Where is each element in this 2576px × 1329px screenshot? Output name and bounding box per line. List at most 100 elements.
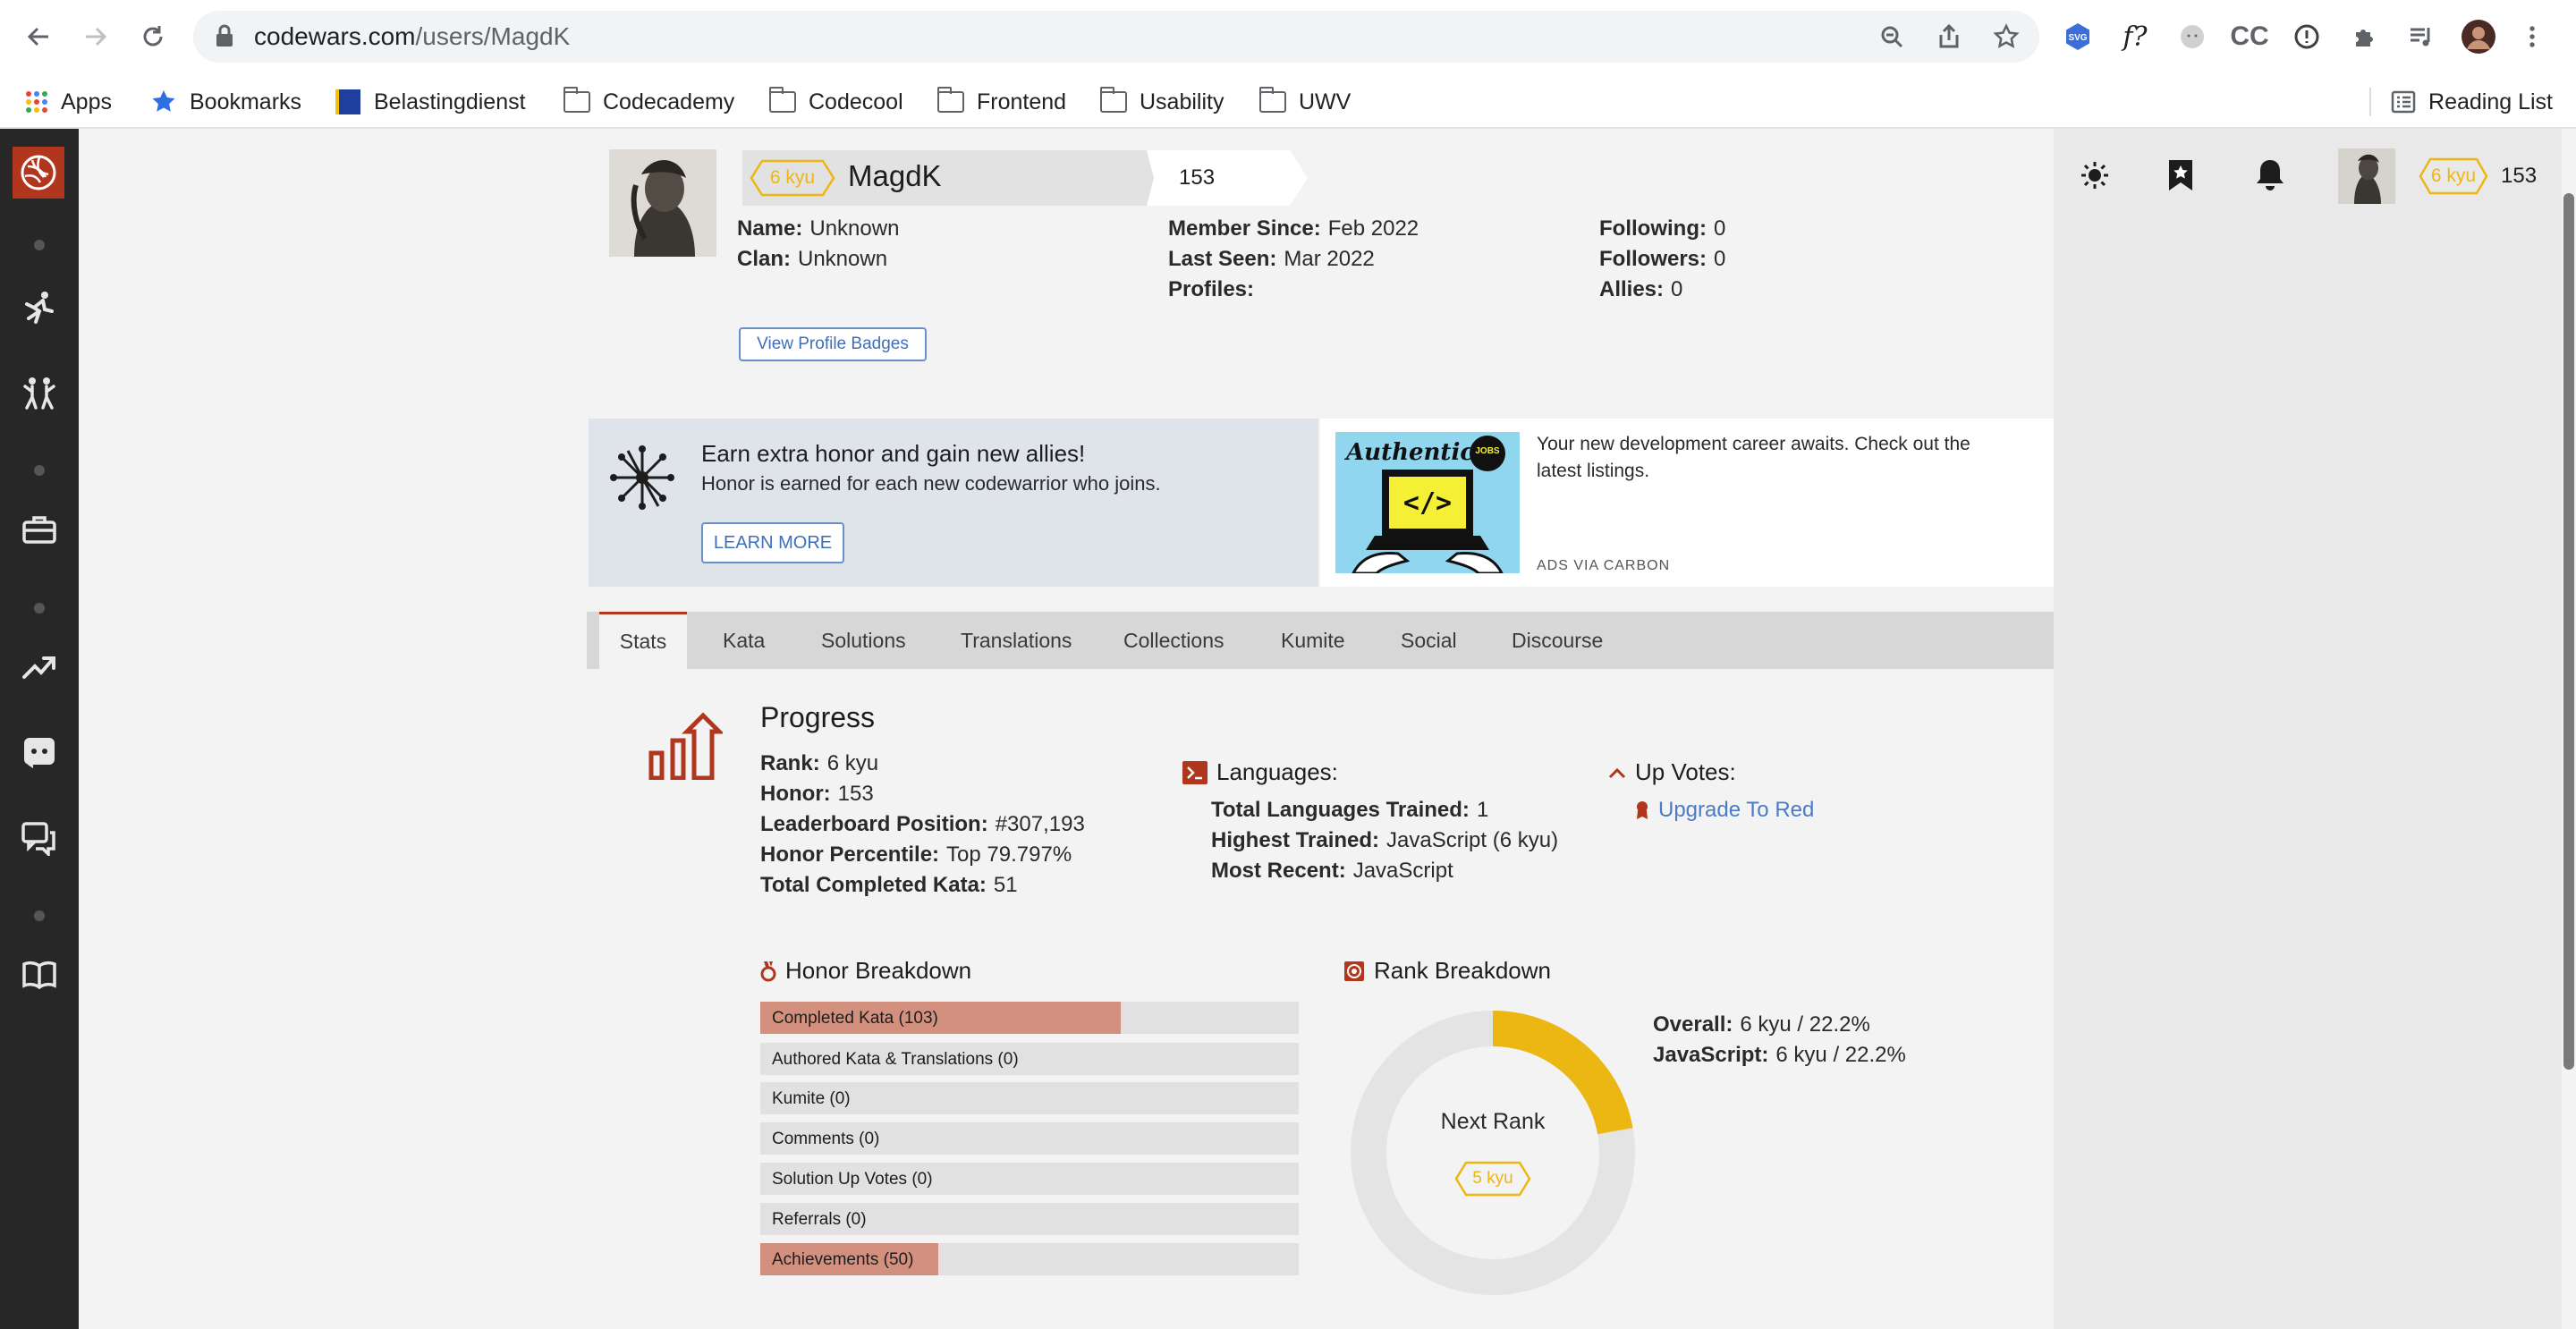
completed-value: 51: [993, 873, 1018, 897]
back-icon[interactable]: [18, 16, 59, 57]
bookmark-frontend[interactable]: Frontend: [937, 75, 1066, 129]
total-value: 1: [1476, 798, 1489, 822]
rank-javascript: JavaScript: 6 kyu / 22.2%: [1653, 1043, 1906, 1068]
honor-breakdown-row: Achievements (50): [760, 1243, 1299, 1275]
tab-solutions[interactable]: Solutions: [821, 612, 906, 669]
bookmark-label: Bookmarks: [190, 89, 302, 114]
honor-count: 153: [2501, 164, 2538, 188]
followers-label: Followers:: [1599, 247, 1707, 271]
zoom-icon[interactable]: [1877, 21, 1907, 52]
media-icon[interactable]: [2402, 18, 2440, 55]
face-extension-icon[interactable]: [2174, 18, 2211, 55]
upvotes-title: Up Votes:: [1635, 758, 1736, 785]
bookmarks-bar: Apps Bookmarks Belastingdienst Codecadem…: [0, 75, 2576, 129]
reload-icon[interactable]: [132, 16, 174, 57]
bookmark-codecool[interactable]: Codecool: [769, 75, 903, 129]
menu-kebab-icon[interactable]: [2513, 18, 2551, 55]
next-rank-text: 5 kyu: [1472, 1169, 1513, 1188]
next-rank-label: Next Rank: [1440, 1109, 1546, 1134]
honor-breakdown-row: Referrals (0): [760, 1203, 1299, 1235]
practice-icon[interactable]: [20, 374, 59, 413]
svg-text:SVG: SVG: [2068, 33, 2087, 43]
leaderboard-trend-icon[interactable]: [20, 648, 59, 687]
ribbon-icon: [1635, 800, 1649, 820]
next-rank-badge: 5 kyu: [1454, 1161, 1531, 1197]
honor-label: Honor:: [760, 782, 831, 806]
view-profile-badges-button[interactable]: View Profile Badges: [739, 327, 927, 361]
ad-image[interactable]: Authentic JOBS </>: [1335, 432, 1520, 573]
theme-toggle-icon[interactable]: [2075, 156, 2114, 195]
progress-chart-icon: [648, 712, 725, 781]
svg-extension-icon[interactable]: SVG: [2059, 18, 2097, 55]
tab-social[interactable]: Social: [1401, 612, 1457, 669]
ads-via-carbon[interactable]: ADS VIA CARBON: [1537, 558, 1670, 574]
languages-title: Languages:: [1216, 758, 1338, 785]
info-extension-icon[interactable]: [2288, 18, 2326, 55]
terminal-icon: [1182, 760, 1208, 784]
reading-list-label: Reading List: [2428, 89, 2553, 114]
docs-book-icon[interactable]: [20, 955, 59, 995]
ad-code-glyph: </>: [1402, 487, 1453, 519]
upgrade-link-text: Upgrade To Red: [1658, 798, 1815, 822]
tab-kata[interactable]: Kata: [723, 612, 765, 669]
share-icon[interactable]: [1934, 21, 1964, 52]
progress-leaderboard: Leaderboard Position: #307,193: [760, 812, 1085, 837]
languages-recent: Most Recent: JavaScript: [1211, 859, 1453, 884]
right-panel: [2054, 129, 2562, 1329]
bookmark-codecademy[interactable]: Codecademy: [564, 75, 734, 129]
profile-clan: Clan: Unknown: [737, 247, 887, 272]
progress-title: Progress: [760, 701, 876, 733]
learn-more-button[interactable]: LEARN MORE: [701, 522, 844, 563]
following-value: 0: [1713, 216, 1726, 241]
sidebar-separator: [34, 240, 45, 250]
folder-icon: [1100, 87, 1127, 113]
notifications-bell-icon[interactable]: [2250, 156, 2290, 195]
puzzle-icon[interactable]: [2345, 18, 2383, 55]
codewars-logo-icon[interactable]: [13, 147, 64, 199]
profile-avatar-icon[interactable]: [2460, 18, 2497, 55]
tab-stats[interactable]: Stats: [599, 612, 687, 669]
upgrade-to-red-link[interactable]: Upgrade To Red: [1635, 798, 1814, 823]
honor-breakdown-label: Referrals (0): [772, 1210, 867, 1229]
training-icon[interactable]: [20, 288, 59, 327]
rank-breakdown-title: Rank Breakdown: [1374, 957, 1551, 984]
recent-value: JavaScript: [1352, 859, 1453, 883]
bookmark-star-icon[interactable]: [1991, 21, 2021, 52]
bookmark-apps[interactable]: Apps: [25, 75, 112, 129]
profile-username: MagdK: [848, 159, 942, 192]
tab-collections[interactable]: Collections: [1123, 612, 1224, 669]
tab-discourse[interactable]: Discourse: [1512, 612, 1603, 669]
languages-highest: Highest Trained: JavaScript (6 kyu): [1211, 828, 1558, 853]
reading-list-button[interactable]: Reading List: [2369, 75, 2553, 129]
scrollbar-thumb[interactable]: [2563, 193, 2574, 1070]
bookmarks-ribbon-icon[interactable]: [2161, 156, 2200, 195]
profile-followers: Followers: 0: [1599, 247, 1725, 272]
rank-badge-text: 6 kyu: [2430, 165, 2477, 186]
ad-text[interactable]: Your new development career awaits. Chec…: [1537, 431, 1970, 485]
highest-label: Highest Trained:: [1211, 828, 1380, 852]
discord-icon[interactable]: [20, 733, 59, 773]
function-extension-icon[interactable]: f?: [2116, 18, 2154, 55]
divider: [2369, 88, 2372, 116]
briefcase-icon[interactable]: [20, 510, 59, 549]
browser-toolbar: codewars.com/users/MagdK SVG f? CC: [0, 0, 2576, 75]
tab-kumite[interactable]: Kumite: [1281, 612, 1345, 669]
profiles-label: Profiles:: [1168, 277, 1255, 301]
bookmark-label: Codecool: [809, 89, 903, 114]
cc-extension-icon[interactable]: CC: [2230, 18, 2268, 55]
bookmark-usability[interactable]: Usability: [1100, 75, 1224, 129]
tab-translations[interactable]: Translations: [961, 612, 1072, 669]
bookmark-uwv[interactable]: UWV: [1259, 75, 1351, 129]
bookmark-belastingdienst[interactable]: Belastingdienst: [335, 75, 526, 129]
ad-badge: JOBS: [1475, 446, 1500, 456]
forward-icon[interactable]: [75, 16, 116, 57]
sidebar-separator: [34, 465, 45, 476]
address-bar[interactable]: codewars.com/users/MagdK: [193, 11, 2039, 63]
bookmark-label: Usability: [1140, 89, 1224, 114]
bookmark-bookmarks[interactable]: Bookmarks: [150, 75, 301, 129]
last-seen-label: Last Seen:: [1168, 247, 1277, 271]
rank-progress-donut: [1351, 1011, 1635, 1295]
forum-chat-icon[interactable]: [20, 819, 59, 859]
user-avatar[interactable]: [2338, 148, 2395, 204]
profile-allies: Allies: 0: [1599, 277, 1682, 302]
